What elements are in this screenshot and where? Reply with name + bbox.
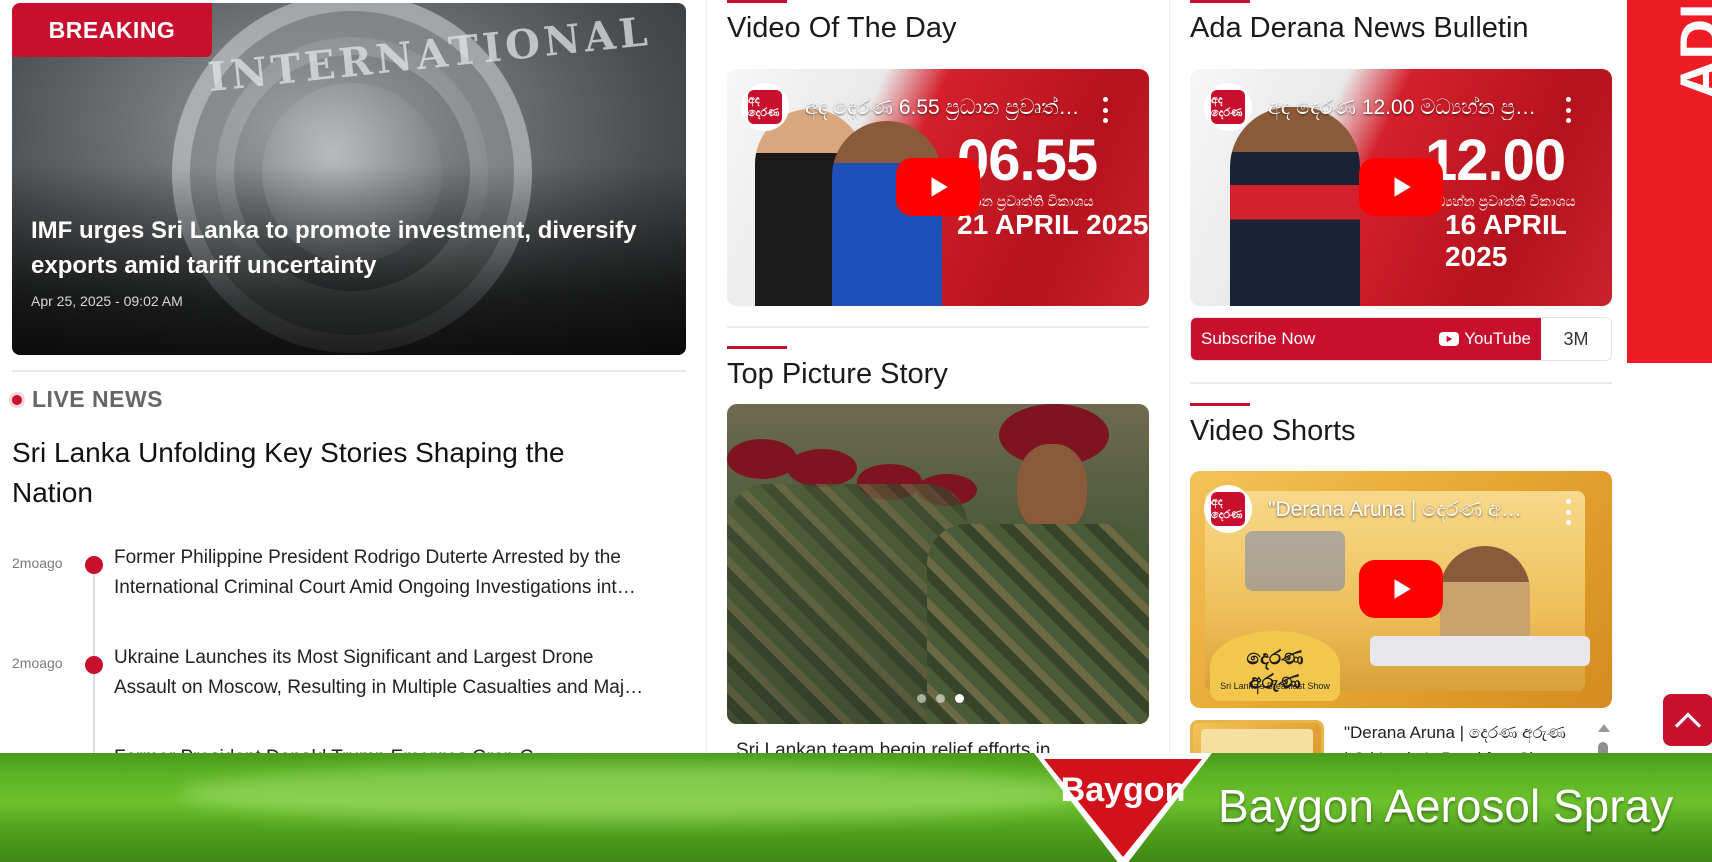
channel-logo[interactable]: අද දෙරණ (1204, 485, 1252, 533)
column-separator (706, 0, 707, 760)
timeline-item[interactable]: 2moago Former Philippine President Rodri… (12, 543, 686, 607)
side-advertisement[interactable]: ADI (1627, 0, 1712, 363)
headline-line: International Criminal Court Amid Ongoin… (114, 577, 636, 598)
soldier-face (1017, 444, 1087, 534)
beret-shape (787, 449, 857, 487)
kebab-menu-icon[interactable] (1563, 499, 1573, 525)
channel-logo[interactable]: අද දෙරණ (741, 83, 789, 131)
subscribe-label: Subscribe Now (1201, 329, 1316, 348)
timeline-time: 2moago (12, 555, 63, 571)
video-sub-graphic: මධ්‍යහ්න ප්‍රවෘත්ති විකාශය (1425, 193, 1576, 209)
video-shorts-title: Video Shorts (1190, 415, 1356, 447)
video-title[interactable]: අද දෙරණ 12.00 මධ්‍යහ්න ප්‍රවෘත්ති (1268, 96, 1548, 120)
subscribe-bar[interactable]: Subscribe Now YouTube 3M (1190, 317, 1612, 361)
ad-slogan: Baygon Aerosol Spray (1218, 780, 1674, 832)
subscribe-button[interactable]: Subscribe Now YouTube (1191, 318, 1541, 360)
channel-logo-text: අද දෙරණ (1211, 492, 1245, 526)
breaking-date: Apr 25, 2025 - 09:02 AM (31, 293, 183, 309)
bottom-banner-ad[interactable]: Baygon Baygon Aerosol Spray (0, 753, 1712, 862)
scroll-up-arrow-icon[interactable] (1598, 724, 1610, 732)
section-divider (1190, 382, 1612, 384)
youtube-play-icon[interactable] (896, 158, 980, 216)
baygon-logo-text: Baygon (1061, 771, 1186, 809)
youtube-icon (1439, 332, 1460, 346)
timeline-dot-icon (85, 656, 103, 674)
video-date-graphic: 21 APRIL 2025 (957, 209, 1149, 240)
video-of-day-player[interactable]: 06.55 ප්‍රධාන ප්‍රවෘත්ති විකාශය 21 APRIL… (727, 69, 1149, 306)
studio-desk (1370, 636, 1590, 666)
show-logo-badge: දෙරණ අරුණ Sri Lanka's Breakfast Show (1210, 631, 1340, 701)
subscriber-count: 3M (1541, 318, 1611, 360)
youtube-link[interactable]: YouTube (1439, 329, 1531, 349)
channel-logo-text: අද දෙරණ (1211, 90, 1245, 124)
breaking-badge: BREAKING (12, 3, 212, 57)
section-accent (727, 346, 787, 349)
live-news-header: LIVE NEWS (12, 386, 163, 413)
breaking-news-card[interactable]: INTERNATIONAL BREAKING IMF urges Sri Lan… (12, 3, 686, 355)
live-indicator-icon (12, 394, 22, 405)
timeline-headline[interactable]: Former Philippine President Rodrigo Dute… (114, 543, 696, 603)
section-divider (12, 370, 686, 372)
timeline-dot-icon (85, 556, 103, 574)
column-separator (1169, 0, 1170, 760)
youtube-play-icon[interactable] (1359, 158, 1443, 216)
show-logo-watermark (1245, 531, 1345, 591)
live-news-label: LIVE NEWS (32, 386, 164, 412)
side-ad-text: ADI (1668, 3, 1712, 100)
headline-line: Ukraine Launches its Most Significant an… (114, 647, 594, 668)
live-news-heading[interactable]: Sri Lanka Unfolding Key Stories Shaping … (12, 433, 652, 513)
carousel-dot[interactable] (917, 694, 926, 703)
kebab-menu-icon[interactable] (1563, 97, 1573, 123)
show-tagline: Sri Lanka's Breakfast Show (1220, 681, 1330, 691)
section-accent (1190, 403, 1250, 406)
timeline-time: 2moago (12, 655, 63, 671)
news-page: INTERNATIONAL BREAKING IMF urges Sri Lan… (0, 0, 1712, 862)
carousel-dot-active[interactable] (955, 694, 964, 703)
section-accent (727, 0, 787, 3)
video-of-day-title: Video Of The Day (727, 12, 957, 44)
presenter-figure (1230, 107, 1360, 306)
channel-logo[interactable]: අද දෙරණ (1204, 83, 1252, 131)
news-bulletin-title: Ada Derana News Bulletin (1190, 12, 1529, 44)
video-title[interactable]: "Derana Aruna | දෙරණ අ… (1268, 498, 1538, 522)
chevron-up-icon (1674, 712, 1702, 728)
section-divider (727, 326, 1149, 328)
timeline-headline[interactable]: Ukraine Launches its Most Significant an… (114, 643, 696, 703)
youtube-label: YouTube (1464, 329, 1531, 348)
video-time-graphic: 12.00 (1425, 128, 1566, 193)
video-shorts-player[interactable]: දෙරණ අරුණ Sri Lanka's Breakfast Show අද … (1190, 471, 1612, 708)
timeline-item[interactable]: 2moago Ukraine Launches its Most Signifi… (12, 643, 686, 707)
carousel-dot[interactable] (936, 694, 945, 703)
video-title[interactable]: අද දෙරණ 6.55 ප්‍රධාන ප්‍රවෘත්ති විකාශය (805, 96, 1085, 120)
ad-background-swoosh (180, 763, 1080, 823)
youtube-play-icon[interactable] (1359, 560, 1443, 618)
top-picture-title: Top Picture Story (727, 358, 948, 390)
short-title-line: "Derana Aruna | දෙරණ අරුණ (1344, 723, 1566, 742)
baygon-logo-icon: Baygon (1034, 753, 1212, 862)
news-bulletin-player[interactable]: 12.00 මධ්‍යහ්න ප්‍රවෘත්ති විකාශය 16 APRI… (1190, 69, 1612, 306)
beret-shape (727, 439, 797, 479)
video-date-graphic: 16 APRIL 2025 (1445, 209, 1567, 272)
kebab-menu-icon[interactable] (1100, 97, 1110, 123)
carousel-dots (917, 694, 964, 703)
section-accent (1190, 0, 1250, 3)
scroll-to-top-button[interactable] (1663, 694, 1712, 746)
top-picture-carousel[interactable] (727, 404, 1149, 724)
breaking-headline[interactable]: IMF urges Sri Lanka to promote investmen… (31, 213, 671, 283)
channel-logo-text: අද දෙරණ (748, 90, 782, 124)
headline-line: Assault on Moscow, Resulting in Multiple… (114, 677, 644, 698)
headline-line: Former Philippine President Rodrigo Dute… (114, 547, 621, 568)
